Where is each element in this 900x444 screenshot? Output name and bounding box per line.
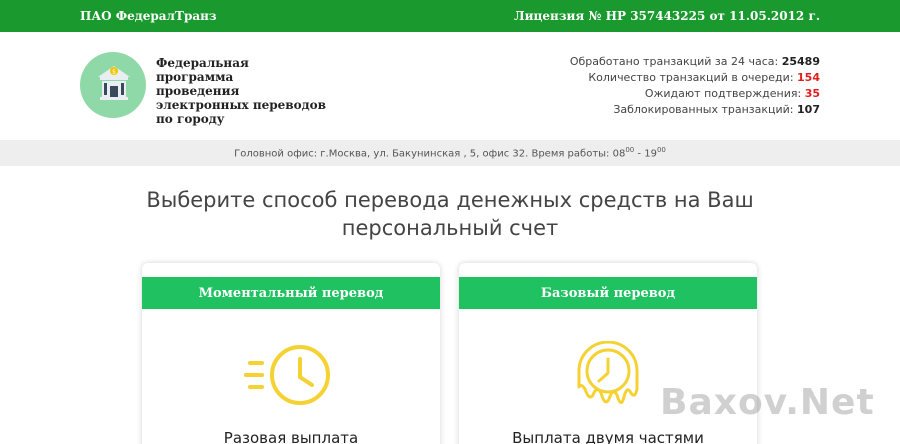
bank-logo-icon: $	[80, 52, 146, 118]
stat-queue: Количество транзакций в очереди: 154	[570, 70, 820, 86]
svg-text:$: $	[112, 69, 116, 76]
close-hour: - 19	[634, 148, 657, 160]
stat-value: 107	[797, 103, 820, 116]
transaction-stats: Обработано транзакций за 24 часа: 25489 …	[570, 54, 820, 118]
stat-awaiting: Ожидают подтверждения: 35	[570, 86, 820, 102]
card-subtitle: Выплата двумя частями	[512, 429, 704, 444]
office-address: Головной офис: г.Москва, ул. Бакунинская…	[234, 148, 626, 160]
company-name: ПАО ФедералТранз	[80, 9, 217, 23]
stat-value: 154	[797, 71, 820, 84]
office-text: Головной офис: г.Москва, ул. Бакунинская…	[234, 146, 666, 159]
card-title: Базовый перевод	[459, 277, 757, 309]
top-bar: ПАО ФедералТранз Лицензия № НР 357443225…	[0, 0, 900, 32]
card-subtitle: Разовая выплата	[223, 429, 359, 444]
brand-line: Федеральная программа	[156, 56, 249, 84]
license-text: Лицензия № НР 357443225 от 11.05.2012 г.	[514, 9, 820, 23]
open-minutes: 00	[625, 146, 635, 155]
instant-transfer-card[interactable]: Моментальный перевод Разовая выплата	[142, 263, 440, 444]
stat-label: Ожидают подтверждения:	[644, 87, 802, 100]
watermark-logo: Baxov.Net	[660, 382, 875, 423]
header: $ Федеральная программа проведения элект…	[0, 32, 900, 140]
page-title: Выберите способ перевода денежных средст…	[146, 188, 754, 240]
program-name: Федеральная программа проведения электро…	[156, 56, 326, 126]
brand-line: по городу	[156, 112, 225, 126]
stat-label: Обработано транзакций за 24 часа:	[569, 55, 779, 68]
card-title: Моментальный перевод	[142, 277, 440, 309]
brand-line: проведения	[156, 84, 240, 98]
stat-label: Количество транзакций в очереди:	[588, 71, 794, 84]
brand-line: электронных переводов	[156, 98, 326, 112]
clock-icon	[142, 341, 440, 421]
stat-value: 35	[804, 87, 820, 100]
close-minutes: 00	[656, 146, 666, 155]
stat-value: 25489	[781, 55, 820, 68]
stat-label: Заблокированных транзакций:	[613, 103, 794, 116]
stat-blocked: Заблокированных транзакций: 107	[570, 102, 820, 118]
stat-processed: Обработано транзакций за 24 часа: 25489	[570, 54, 820, 70]
office-info-bar: Головной офис: г.Москва, ул. Бакунинская…	[0, 140, 900, 166]
